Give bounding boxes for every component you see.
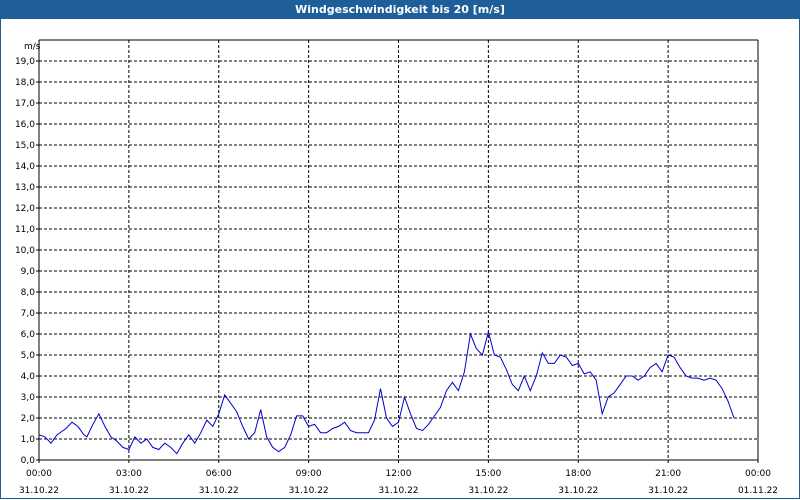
- y-tick-label: 4,0: [21, 372, 36, 382]
- y-tick-label: 0,0: [21, 456, 36, 466]
- y-tick-label: 11,0: [15, 225, 35, 235]
- x-tick-date: 01.11.22: [738, 486, 778, 496]
- y-tick-label: 9,0: [21, 267, 36, 277]
- y-tick-label: 5,0: [21, 351, 36, 361]
- x-tick-time: 06:00: [206, 469, 232, 479]
- y-tick-label: 3,0: [21, 393, 36, 403]
- y-tick-label: 1,0: [21, 435, 36, 445]
- y-axis-unit: m/s: [24, 42, 41, 52]
- y-tick-label: 14,0: [15, 162, 35, 172]
- y-tick-label: 7,0: [21, 309, 36, 319]
- x-tick-labels: 00:00 31.10.22 03:00 31.10.22 06:00 31.10.22 0…: [19, 469, 778, 496]
- x-tick-date: 31.10.22: [199, 486, 239, 496]
- x-tick-date: 31.10.22: [378, 486, 418, 496]
- wind-speed-chart: m/s 0,0 1,0 2,0 3,0 4,0 5,0 6,0 7,0 8,0 9,0 10,0 11…: [15, 39, 778, 496]
- grid-lines: [39, 40, 758, 460]
- x-tick-time: 21:00: [655, 469, 681, 479]
- y-tick-label: 2,0: [21, 414, 36, 424]
- y-tick-label: 19,0: [15, 57, 35, 67]
- x-tick-date: 31.10.22: [648, 486, 688, 496]
- x-tick-time: 00:00: [745, 469, 771, 479]
- y-tick-label: 17,0: [15, 99, 35, 109]
- y-tick-label: 8,0: [21, 288, 36, 298]
- x-tick-time: 03:00: [116, 469, 142, 479]
- x-tick-date: 31.10.22: [109, 486, 149, 496]
- x-tick-time: 12:00: [386, 469, 412, 479]
- series-line-wind-speed: [38, 329, 735, 455]
- y-tick-label: 10,0: [15, 246, 35, 256]
- x-tick-time: 15:00: [475, 469, 501, 479]
- y-tick-label: 18,0: [15, 78, 35, 88]
- x-tick-date: 31.10.22: [558, 486, 598, 496]
- x-tick-date: 31.10.22: [468, 486, 508, 496]
- y-tick-label: 6,0: [21, 330, 36, 340]
- series-group: [38, 329, 735, 455]
- y-tick-labels: 0,0 1,0 2,0 3,0 4,0 5,0 6,0 7,0 8,0 9,0 10,0 11,0 12…: [15, 57, 35, 466]
- y-tick-label: 12,0: [15, 204, 35, 214]
- y-tick-label: 15,0: [15, 141, 35, 151]
- x-tick-date: 31.10.22: [289, 486, 329, 496]
- x-tick-time: 00:00: [26, 469, 52, 479]
- x-tick-time: 09:00: [296, 469, 322, 479]
- y-tick-label: 13,0: [15, 183, 35, 193]
- x-tick-time: 18:00: [565, 469, 591, 479]
- y-tick-label: 16,0: [15, 120, 35, 130]
- x-tick-date: 31.10.22: [19, 486, 59, 496]
